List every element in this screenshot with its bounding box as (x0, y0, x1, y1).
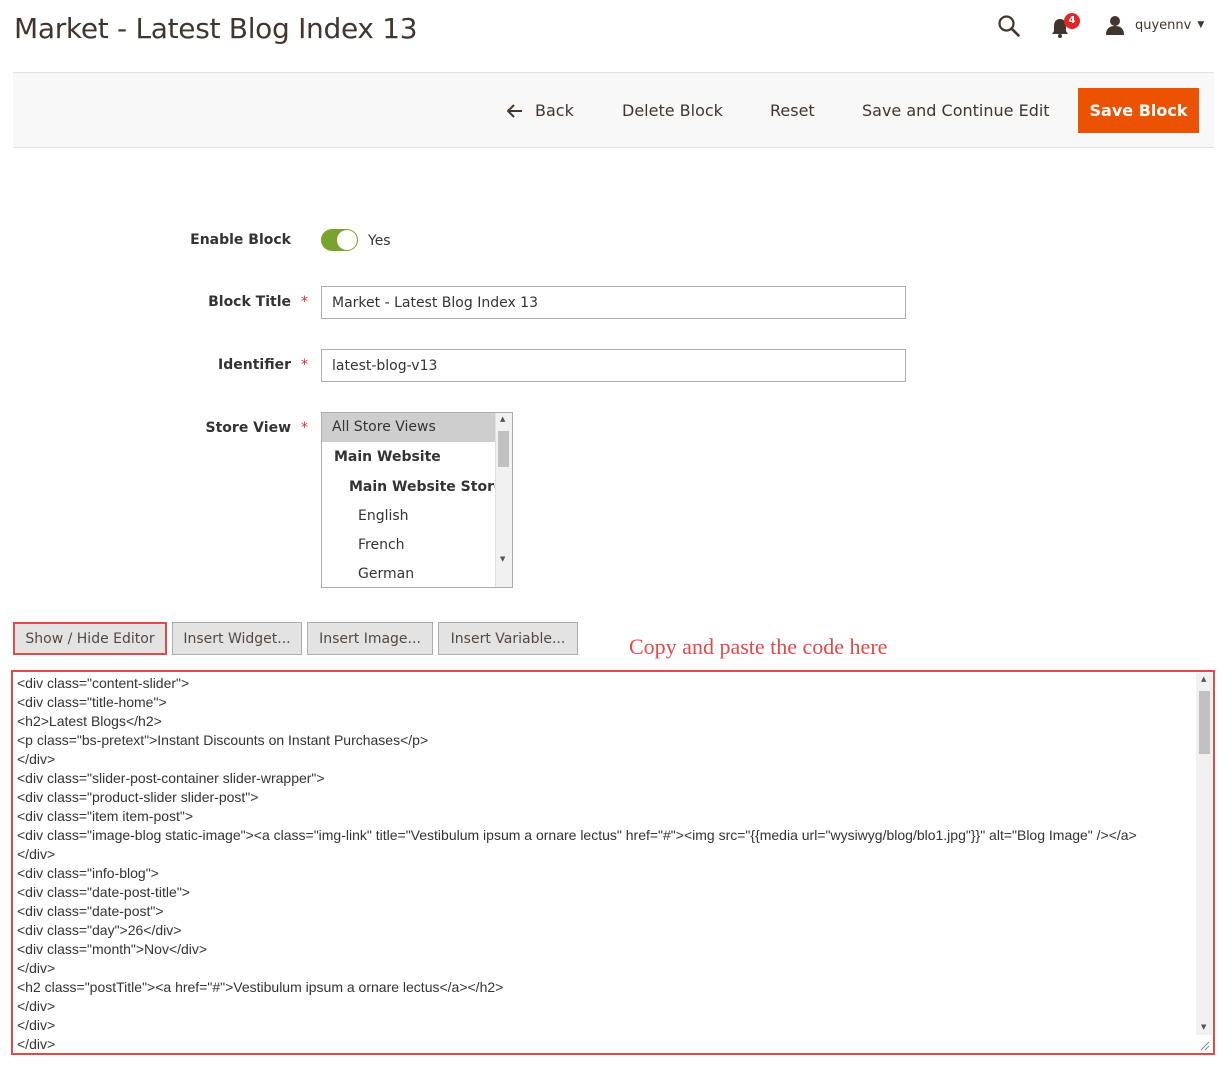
store-option[interactable]: German (322, 560, 512, 587)
editor-scrollbar[interactable]: ▲ ▼ (1196, 673, 1212, 1035)
scroll-down-icon[interactable]: ▼ (1201, 1023, 1206, 1031)
code-line: </div> (17, 960, 56, 976)
store-option[interactable]: All Store Views (322, 413, 496, 442)
identifier-label: Identifier (218, 357, 291, 373)
save-and-continue-button[interactable]: Save and Continue Edit (862, 89, 1050, 133)
store-option: Main Website Store (349, 479, 504, 495)
insert-image-button[interactable]: Insert Image... (307, 622, 433, 655)
content-textarea[interactable]: <div class="content-slider"> <div class=… (11, 670, 1215, 1055)
store-option[interactable]: English (322, 502, 512, 531)
arrow-left-icon (507, 104, 522, 118)
scrollbar-thumb[interactable] (498, 431, 509, 467)
block-title-label: Block Title (208, 294, 291, 310)
scrollbar-thumb[interactable] (1199, 691, 1210, 754)
enable-block-value: Yes (368, 233, 391, 249)
page-title: Market - Latest Blog Index 13 (14, 12, 418, 45)
required-marker: * (301, 357, 308, 373)
code-line: </div> (17, 751, 56, 767)
block-title-input[interactable] (321, 286, 906, 319)
search-icon[interactable] (997, 14, 1021, 38)
store-option: Main Website (334, 449, 441, 465)
notification-count-badge: 4 (1064, 13, 1080, 29)
notifications-button[interactable]: 4 (1050, 13, 1084, 39)
code-line: <div class="slider-post-container slider… (17, 770, 325, 786)
reset-button[interactable]: Reset (770, 89, 815, 133)
code-line: <h2 class="postTitle"><a href="#">Vestib… (17, 979, 504, 995)
insert-variable-button[interactable]: Insert Variable... (438, 622, 578, 655)
delete-block-button[interactable]: Delete Block (622, 89, 723, 133)
scroll-up-icon[interactable]: ▲ (1201, 675, 1206, 683)
code-line: <div class="title-home"> (17, 694, 167, 710)
code-line: <div class="item item-post"> (17, 808, 194, 824)
store-view-scrollbar[interactable]: ▲ ▼ (495, 413, 512, 587)
resize-handle-icon[interactable] (1200, 1041, 1210, 1051)
user-icon (1106, 16, 1124, 35)
enable-block-label: Enable Block (190, 232, 291, 248)
code-line: </div> (17, 998, 56, 1014)
code-line: <p class="bs-pretext">Instant Discounts … (17, 732, 429, 748)
code-line: <div class="date-post"> (17, 903, 164, 919)
code-line: </div> (17, 1036, 56, 1052)
insert-widget-button[interactable]: Insert Widget... (172, 622, 302, 655)
save-block-button[interactable]: Save Block (1078, 88, 1199, 133)
show-hide-editor-button[interactable]: Show / Hide Editor (13, 622, 167, 655)
code-line: <div class="image-blog static-image"><a … (17, 827, 1137, 843)
user-menu[interactable]: quyennv ▼ (1105, 14, 1204, 36)
store-option[interactable]: French (322, 531, 512, 560)
code-line: <div class="date-post-title"> (17, 884, 190, 900)
code-line: <div class="month">Nov</div> (17, 941, 208, 957)
code-line: <div class="info-blog"> (17, 865, 159, 881)
back-label: Back (535, 101, 574, 120)
code-content: <div class="content-slider"> <div class=… (17, 674, 1195, 1053)
code-line: <div class="day">26</div> (17, 922, 182, 938)
code-line: </div> (17, 1017, 56, 1033)
required-marker: * (301, 294, 308, 310)
store-view-label: Store View (205, 420, 291, 436)
store-view-multiselect[interactable]: All Store Views Main Website Main Websit… (321, 412, 513, 588)
scroll-down-icon[interactable]: ▼ (500, 555, 505, 563)
code-line: <h2>Latest Blogs</h2> (17, 713, 162, 729)
code-line: <div class="product-slider slider-post"> (17, 789, 259, 805)
enable-block-toggle[interactable] (321, 229, 358, 251)
required-marker: * (301, 420, 308, 436)
code-line: <div class="content-slider"> (17, 675, 190, 691)
code-line: </div> (17, 846, 56, 862)
page-actions-bar: Back Delete Block Reset Save and Continu… (13, 72, 1214, 148)
back-button[interactable]: Back (507, 89, 574, 133)
chevron-down-icon: ▼ (1197, 20, 1205, 30)
toggle-knob (337, 230, 357, 250)
user-name: quyennv (1135, 17, 1192, 33)
annotation-text: Copy and paste the code here (629, 634, 888, 659)
identifier-input[interactable] (321, 349, 906, 382)
scroll-up-icon[interactable]: ▲ (500, 415, 505, 423)
